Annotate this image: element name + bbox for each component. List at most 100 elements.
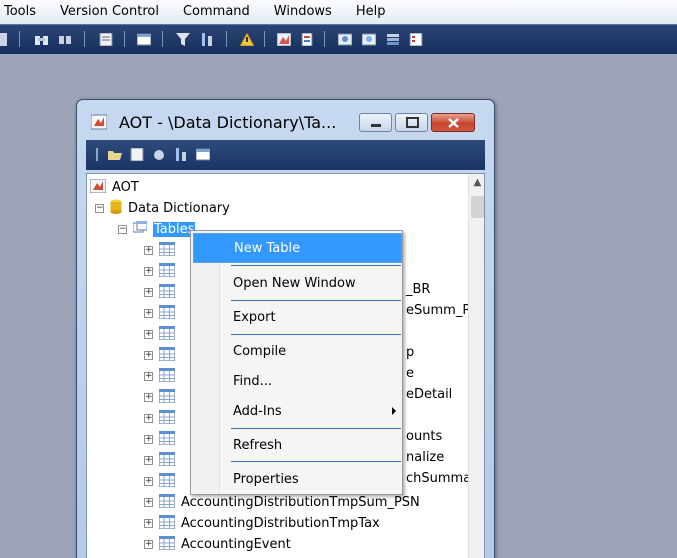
menu-separator bbox=[231, 461, 401, 462]
tree-node-aot[interactable]: AOT bbox=[89, 177, 470, 198]
menu-tools[interactable]: Tools bbox=[0, 0, 48, 24]
tree-label-partial: ounts bbox=[406, 429, 443, 444]
table-icon bbox=[158, 325, 176, 344]
table-icon bbox=[158, 472, 176, 491]
menu-item-find[interactable]: Find... bbox=[193, 366, 402, 396]
table-icon bbox=[158, 262, 176, 281]
checklist-icon[interactable] bbox=[409, 32, 423, 47]
table-icon bbox=[158, 514, 176, 533]
expand-icon[interactable]: + bbox=[144, 267, 153, 276]
tree-label-partial: e bbox=[406, 366, 414, 381]
toolbar-separator bbox=[226, 31, 227, 47]
aot-icon[interactable] bbox=[276, 32, 292, 47]
minimize-button[interactable] bbox=[359, 113, 392, 132]
tree-row[interactable]: + AccountingDistributionTmpSum_PSN bbox=[144, 492, 484, 513]
find-next-icon[interactable] bbox=[58, 33, 72, 46]
aot-toolbar bbox=[86, 140, 485, 170]
menu-item-export[interactable]: Export bbox=[193, 302, 402, 332]
collapse-icon[interactable]: − bbox=[118, 225, 127, 234]
tables-folder-icon bbox=[132, 220, 148, 238]
tree-label-partial: eDetail bbox=[406, 387, 453, 402]
tree-row[interactable]: + AccountingDistributionTmpTax bbox=[144, 513, 484, 534]
tree-label: AccountingEvent bbox=[181, 537, 291, 552]
aot-icon bbox=[89, 178, 107, 197]
debug-icon[interactable] bbox=[337, 33, 353, 46]
sort-icon[interactable] bbox=[200, 33, 214, 46]
main-toolbar bbox=[0, 24, 677, 54]
menu-item-compile[interactable]: Compile bbox=[193, 336, 402, 366]
expand-icon[interactable]: + bbox=[144, 288, 153, 297]
menu-command[interactable]: Command bbox=[171, 0, 262, 24]
menu-item-label: Add-Ins bbox=[233, 403, 282, 419]
compare-icon[interactable] bbox=[361, 33, 377, 46]
table-icon bbox=[158, 535, 176, 554]
properties-icon[interactable] bbox=[130, 147, 144, 162]
tree-label: AccountingDistributionTmpTax bbox=[181, 516, 380, 531]
properties-sheet-icon[interactable] bbox=[99, 32, 113, 47]
binoculars-icon[interactable] bbox=[35, 33, 49, 46]
report-icon[interactable] bbox=[300, 32, 314, 47]
scroll-thumb[interactable] bbox=[471, 196, 484, 218]
toolbar-separator bbox=[264, 31, 265, 47]
expand-icon[interactable]: + bbox=[144, 498, 153, 507]
collapse-icon[interactable]: − bbox=[95, 204, 104, 213]
layers-icon[interactable] bbox=[386, 33, 400, 46]
expand-icon[interactable]: + bbox=[144, 351, 153, 360]
expand-icon[interactable]: + bbox=[144, 246, 153, 255]
menu-windows[interactable]: Windows bbox=[262, 0, 344, 24]
toolbar-edge-icon[interactable] bbox=[0, 33, 7, 46]
warning-icon[interactable] bbox=[239, 31, 255, 47]
expand-icon[interactable]: + bbox=[144, 477, 153, 486]
menu-separator bbox=[231, 265, 401, 266]
menu-separator bbox=[231, 428, 401, 429]
menu-bar: Tools Version Control Command Windows He… bbox=[0, 0, 677, 24]
expand-icon[interactable]: + bbox=[144, 393, 153, 402]
expand-icon[interactable]: + bbox=[144, 456, 153, 465]
tree-label-partial: _BR bbox=[406, 282, 431, 297]
expand-icon[interactable]: + bbox=[144, 435, 153, 444]
expand-icon[interactable]: + bbox=[144, 519, 153, 528]
database-icon bbox=[110, 199, 122, 218]
maximize-button[interactable] bbox=[395, 113, 428, 132]
table-icon[interactable] bbox=[195, 148, 211, 161]
menu-item-open-new-window[interactable]: Open New Window bbox=[193, 268, 402, 298]
table-icon bbox=[158, 493, 176, 512]
menu-item-properties[interactable]: Properties bbox=[193, 464, 402, 494]
expand-icon[interactable]: + bbox=[144, 414, 153, 423]
close-button[interactable] bbox=[431, 113, 475, 132]
table-icon bbox=[158, 451, 176, 470]
toolbar-separator bbox=[84, 31, 85, 47]
menu-help[interactable]: Help bbox=[344, 0, 398, 24]
table-icon bbox=[158, 304, 176, 323]
table-icon[interactable] bbox=[136, 33, 152, 46]
tree-label: AccountingDistributionTmpSum_PSN bbox=[181, 495, 420, 510]
tree-node-data-dictionary[interactable]: − Data Dictionary bbox=[95, 198, 475, 219]
table-icon bbox=[158, 283, 176, 302]
compile-icon[interactable] bbox=[152, 148, 166, 161]
menu-item-add-ins[interactable]: Add-Ins bbox=[193, 396, 402, 426]
table-icon bbox=[158, 430, 176, 449]
table-icon bbox=[158, 346, 176, 365]
vertical-scrollbar[interactable]: ▲ bbox=[468, 174, 484, 558]
toolbar-separator bbox=[124, 31, 125, 47]
menu-item-refresh[interactable]: Refresh bbox=[193, 430, 402, 460]
tree-label-partial: p bbox=[406, 345, 415, 360]
tree-label-partial: eSumm_P bbox=[406, 303, 471, 318]
expand-icon[interactable]: + bbox=[144, 372, 153, 381]
sort-icon[interactable] bbox=[174, 148, 188, 161]
expand-icon[interactable]: + bbox=[144, 309, 153, 318]
filter-icon[interactable] bbox=[176, 33, 190, 46]
scroll-up-icon[interactable]: ▲ bbox=[469, 174, 484, 191]
table-icon bbox=[158, 409, 176, 428]
expand-icon[interactable]: + bbox=[144, 330, 153, 339]
toolbar-grip bbox=[96, 148, 98, 161]
open-folder-icon[interactable] bbox=[108, 148, 122, 161]
aot-window-icon bbox=[90, 114, 108, 130]
menu-version-control[interactable]: Version Control bbox=[48, 0, 171, 24]
tree-row[interactable]: + AccountingEvent bbox=[144, 534, 484, 555]
expand-icon[interactable]: + bbox=[144, 540, 153, 549]
close-icon bbox=[448, 118, 459, 128]
menu-item-new-table[interactable]: New Table bbox=[193, 233, 402, 263]
context-menu: New Table Open New Window Export Compile… bbox=[190, 230, 403, 495]
tree-label: AOT bbox=[112, 180, 139, 195]
